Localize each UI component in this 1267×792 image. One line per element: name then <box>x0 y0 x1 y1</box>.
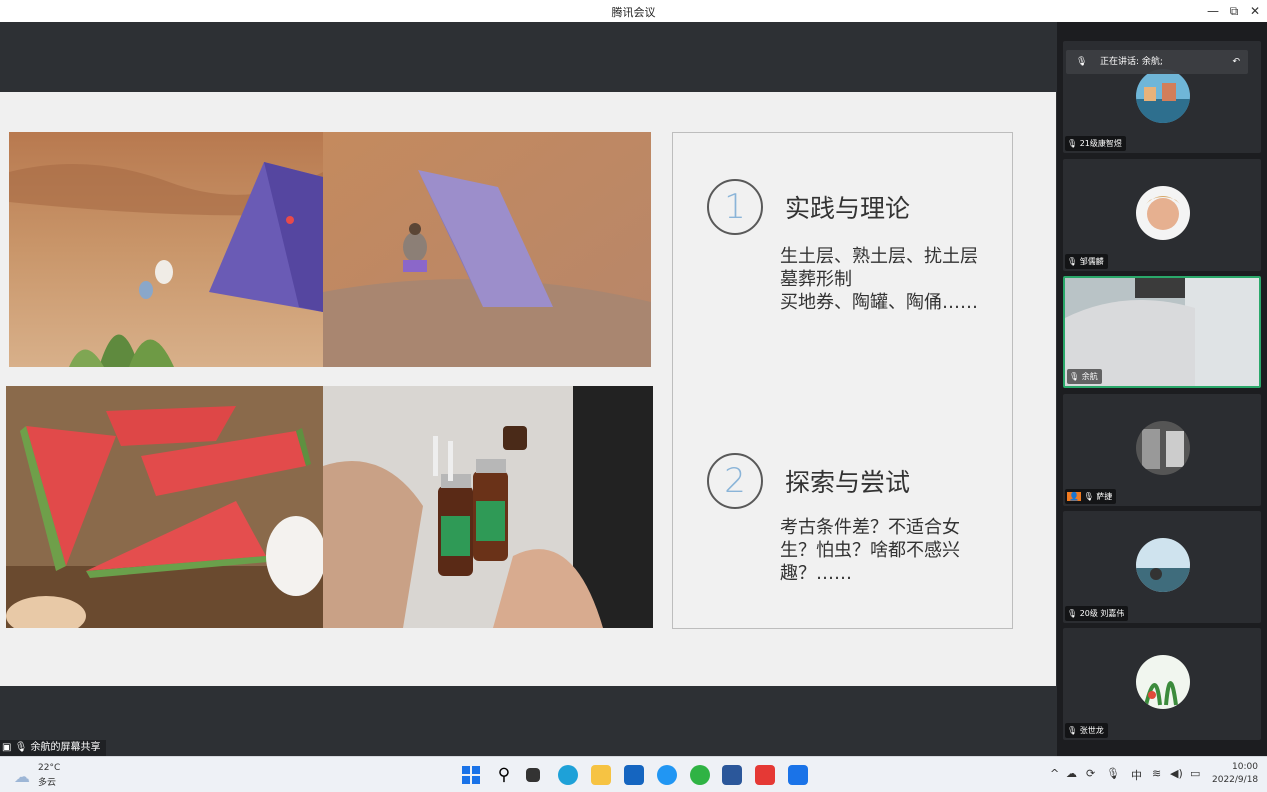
bottles-photo <box>323 386 653 628</box>
clock-time[interactable]: 10:00 <box>1232 762 1258 772</box>
excavation-photo-1 <box>9 132 323 367</box>
avatar <box>1136 421 1190 475</box>
mic-muted-icon: 🎙 <box>1067 257 1080 266</box>
weather-temp: 22°C <box>38 763 61 773</box>
item-body-1: 生土层、熟土层、扰土层 墓葬形制 买地券、陶罐、陶俑…… <box>780 245 978 314</box>
close-icon[interactable]: ✕ <box>1244 2 1266 20</box>
participant-tile[interactable]: 👤 🎙 萨捷 <box>1063 394 1261 506</box>
ime-indicator[interactable]: 中 <box>1131 767 1142 783</box>
start-menu-icon[interactable] <box>461 765 481 785</box>
speaking-mic-icon: 🎙 <box>1076 57 1088 67</box>
mail-icon[interactable] <box>624 765 644 785</box>
clock-date[interactable]: 2022/9/18 <box>1212 775 1258 785</box>
item-number-1: 1 <box>707 179 763 235</box>
item-body-2-line: 生？怕虫？啥都不感兴 <box>780 540 960 561</box>
avatar <box>1136 538 1190 592</box>
volume-icon[interactable]: ◀) <box>1170 767 1183 780</box>
participant-tile-active-speaker[interactable]: 🎙 余航 <box>1063 276 1261 388</box>
tencent-meeting-icon[interactable] <box>788 765 808 785</box>
speaking-text: 正在讲话: 余航; <box>1100 57 1163 67</box>
onedrive-icon[interactable]: ☁ <box>1066 767 1077 780</box>
avatar <box>1136 186 1190 240</box>
host-badge-icon: 👤 <box>1067 492 1081 501</box>
mic-icon: 🎙 <box>1069 372 1082 381</box>
word-icon[interactable] <box>722 765 742 785</box>
participant-name: 🎙 邹儒麟 <box>1065 254 1108 269</box>
mic-muted-icon: 🎙 <box>1067 609 1080 618</box>
sync-icon[interactable]: ⟳ <box>1086 767 1095 780</box>
participant-name: 🎙 20级 刘嘉伟 <box>1065 606 1129 621</box>
excavation-photo-2 <box>323 132 651 367</box>
weather-desc: 多云 <box>38 778 57 788</box>
wifi-icon[interactable]: ≋ <box>1152 767 1161 780</box>
item-body-2-line: 考古条件差？不适合女 <box>780 517 960 538</box>
watermelon-photo <box>6 386 323 628</box>
tray-chevron-icon[interactable]: ^ <box>1050 767 1059 780</box>
window-titlebar: 腾讯会议 — ⧉ ✕ <box>0 0 1267 22</box>
slide-text-box: 1 实践与理论 生土层、熟土层、扰土层 墓葬形制 买地券、陶罐、陶俑…… 2 探… <box>672 132 1013 629</box>
battery-icon[interactable]: ▭ <box>1190 767 1200 780</box>
speaking-banner: 🎙 正在讲话: 余航; ↶ <box>1066 50 1248 74</box>
avatar <box>1136 655 1190 709</box>
participant-tile[interactable]: 🎙 张世龙 <box>1063 628 1261 740</box>
screen-share-icon: ▣ <box>2 742 12 753</box>
item-heading-2: 探索与尝试 <box>785 468 911 497</box>
mic-muted-icon: 🎙 <box>1067 726 1080 735</box>
presentation-slide: 1 实践与理论 生土层、熟土层、扰土层 墓葬形制 买地券、陶罐、陶俑…… 2 探… <box>0 92 1056 686</box>
screen-share-owner: 余航的屏幕共享 <box>30 742 101 753</box>
mic-icon: 🎙 <box>14 742 28 753</box>
mic-muted-icon: 🎙 <box>1067 139 1080 148</box>
search-icon[interactable]: ⚲ <box>494 765 514 785</box>
restore-icon[interactable]: ⧉ <box>1223 2 1245 20</box>
shared-screen-area: 1 实践与理论 生土层、熟土层、扰土层 墓葬形制 买地券、陶罐、陶俑…… 2 探… <box>0 22 1057 756</box>
participants-sidebar: 🎙 21级康智煜 🎙 邹儒麟 🎙 余航 👤 🎙 萨捷 🎙 20级 刘嘉伟 🎙 张… <box>1057 22 1267 756</box>
task-view-icon[interactable] <box>526 768 540 782</box>
ie-browser-icon[interactable] <box>657 765 677 785</box>
weather-cloud-icon: ☁ <box>14 767 30 786</box>
participant-name: 🎙 余航 <box>1067 369 1102 384</box>
mic-muted-icon: 🎙 <box>1080 492 1097 501</box>
avatar <box>1136 69 1190 123</box>
wechat-icon[interactable] <box>690 765 710 785</box>
participant-name: 🎙 21级康智煜 <box>1065 136 1126 151</box>
item-body-2-line: 趣？…… <box>780 563 852 584</box>
file-explorer-icon[interactable] <box>591 765 611 785</box>
item-number-2: 2 <box>707 453 763 509</box>
item-body-1-line: 生土层、熟土层、扰土层 <box>780 246 978 267</box>
microphone-icon[interactable]: 🎙 <box>1106 767 1120 780</box>
window-title: 腾讯会议 <box>611 6 656 19</box>
item-body-2: 考古条件差？不适合女 生？怕虫？啥都不感兴 趣？…… <box>780 516 960 585</box>
participant-tile[interactable]: 🎙 邹儒麟 <box>1063 159 1261 271</box>
windows-taskbar: ☁ 22°C 多云 ⚲ ^ ☁ ⟳ 🎙 中 ≋ ◀) ▭ 10:00 2022/… <box>0 756 1267 792</box>
item-heading-1: 实践与理论 <box>785 194 911 223</box>
item-body-1-line: 墓葬形制 <box>780 269 852 290</box>
wps-icon[interactable] <box>755 765 775 785</box>
minimize-icon[interactable]: — <box>1202 2 1224 20</box>
participant-name: 👤 🎙 萨捷 <box>1065 489 1117 504</box>
screen-share-label: ▣ 🎙 余航的屏幕共享 <box>0 740 106 756</box>
participant-tile[interactable]: 🎙 20级 刘嘉伟 <box>1063 511 1261 623</box>
edge-browser-icon[interactable] <box>558 765 578 785</box>
participant-name: 🎙 张世龙 <box>1065 723 1108 738</box>
item-body-1-line: 买地券、陶罐、陶俑…… <box>780 292 978 313</box>
collapse-arrow-icon[interactable]: ↶ <box>1232 50 1240 74</box>
